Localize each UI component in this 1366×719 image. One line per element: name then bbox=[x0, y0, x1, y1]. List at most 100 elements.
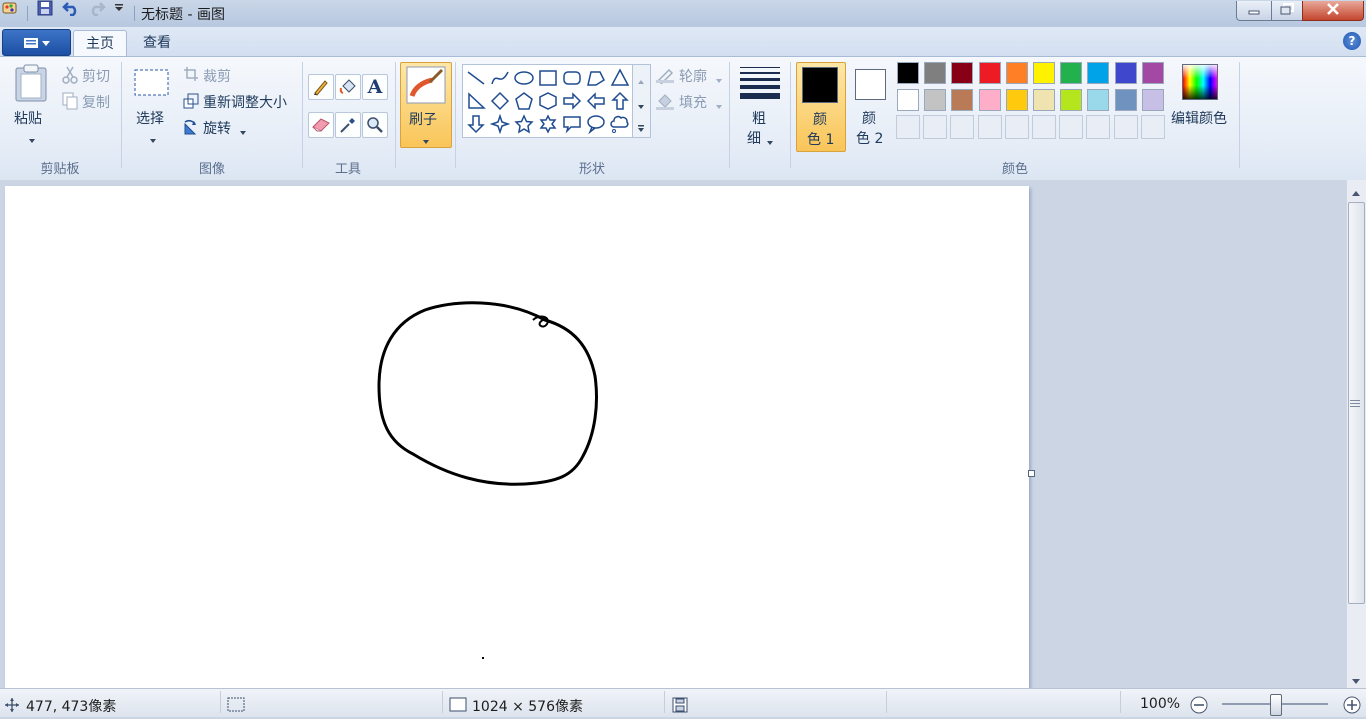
brushes-button[interactable]: 刷子 bbox=[400, 62, 452, 148]
palette-custom-slot[interactable] bbox=[923, 115, 948, 139]
cloud-callout-shape-icon[interactable] bbox=[609, 113, 631, 135]
right-triangle-shape-icon[interactable] bbox=[465, 90, 487, 112]
maximize-button[interactable] bbox=[1271, 1, 1303, 21]
diamond-shape-icon[interactable] bbox=[489, 90, 511, 112]
triangle-shape-icon[interactable] bbox=[609, 67, 631, 89]
crop-icon bbox=[183, 66, 199, 86]
paste-label: 粘贴 bbox=[14, 111, 42, 127]
palette-swatch[interactable] bbox=[1141, 62, 1164, 84]
palette-swatch[interactable] bbox=[951, 62, 974, 84]
shapes-gallery-scrollbar[interactable] bbox=[632, 64, 651, 138]
copy-button[interactable]: 复制 bbox=[60, 92, 116, 112]
fill-icon bbox=[655, 92, 675, 114]
paint-app-icon[interactable] bbox=[2, 0, 20, 20]
rect-callout-shape-icon[interactable] bbox=[561, 113, 583, 135]
palette-swatch[interactable] bbox=[1114, 89, 1137, 111]
palette-swatch[interactable] bbox=[1087, 89, 1110, 111]
palette-swatch[interactable] bbox=[1005, 89, 1028, 111]
edit-colors-button[interactable]: 编辑颜色 bbox=[1170, 62, 1232, 132]
ribbon-tab-row bbox=[0, 27, 1366, 56]
redo-icon[interactable] bbox=[88, 0, 108, 20]
undo-icon[interactable] bbox=[62, 0, 82, 20]
curve-shape-icon[interactable] bbox=[489, 67, 511, 89]
size-button[interactable]: 粗 细 bbox=[736, 62, 784, 148]
palette-swatch[interactable] bbox=[1087, 62, 1110, 84]
palette-custom-slot[interactable] bbox=[1086, 115, 1111, 139]
cut-button[interactable]: 剪切 bbox=[60, 66, 116, 86]
scroll-up-icon[interactable] bbox=[1351, 186, 1361, 202]
palette-custom-slot[interactable] bbox=[1140, 115, 1165, 139]
palette-swatch[interactable] bbox=[951, 89, 974, 111]
hexagon-shape-icon[interactable] bbox=[537, 90, 559, 112]
select-button[interactable]: 选择 bbox=[130, 64, 174, 146]
palette-custom-slot[interactable] bbox=[1032, 115, 1056, 139]
palette-custom-slot[interactable] bbox=[896, 115, 920, 139]
save-icon[interactable] bbox=[37, 0, 55, 20]
oval-shape-icon[interactable] bbox=[513, 67, 535, 89]
color2-button[interactable]: 颜 色 2 bbox=[848, 62, 892, 150]
pentagon-shape-icon[interactable] bbox=[513, 90, 535, 112]
color-picker-icon[interactable] bbox=[335, 112, 361, 138]
six-point-star-shape-icon[interactable] bbox=[537, 113, 559, 135]
left-arrow-shape-icon[interactable] bbox=[585, 90, 607, 112]
four-point-star-shape-icon[interactable] bbox=[489, 113, 511, 135]
close-button[interactable] bbox=[1302, 1, 1364, 21]
resize-button[interactable]: 重新调整大小 bbox=[181, 92, 297, 112]
drawing-canvas[interactable] bbox=[5, 186, 1029, 688]
palette-swatch[interactable] bbox=[1060, 62, 1083, 84]
rounded-rectangle-shape-icon[interactable] bbox=[561, 67, 583, 89]
crop-label: 裁剪 bbox=[203, 69, 231, 85]
crop-button[interactable]: 裁剪 bbox=[181, 66, 251, 86]
fill-bucket-icon[interactable] bbox=[335, 74, 361, 100]
color1-button[interactable]: 颜 色 1 bbox=[796, 62, 846, 152]
outline-button[interactable]: 轮廓 bbox=[655, 66, 725, 86]
pencil-icon[interactable] bbox=[308, 74, 334, 100]
canvas-resize-handle[interactable] bbox=[1028, 470, 1035, 477]
palette-swatch[interactable] bbox=[1060, 89, 1083, 111]
magnifier-icon[interactable] bbox=[362, 112, 388, 138]
rotate-icon bbox=[181, 118, 199, 140]
down-arrow-shape-icon[interactable] bbox=[465, 113, 487, 135]
palette-custom-slot[interactable] bbox=[1113, 115, 1138, 139]
palette-swatch[interactable] bbox=[1033, 62, 1055, 84]
palette-swatch[interactable] bbox=[978, 89, 1001, 111]
five-point-star-shape-icon[interactable] bbox=[513, 113, 535, 135]
tab-view[interactable]: 查看 bbox=[131, 30, 183, 56]
palette-custom-slot[interactable] bbox=[1004, 115, 1029, 139]
paste-button[interactable]: 粘贴 bbox=[10, 62, 54, 146]
palette-swatch[interactable] bbox=[1114, 62, 1137, 84]
palette-custom-slot[interactable] bbox=[1059, 115, 1084, 139]
palette-swatch[interactable] bbox=[1141, 89, 1164, 111]
palette-custom-slot[interactable] bbox=[950, 115, 975, 139]
palette-swatch[interactable] bbox=[924, 89, 947, 111]
palette-swatch[interactable] bbox=[897, 89, 919, 111]
line-shape-icon[interactable] bbox=[465, 67, 487, 89]
polygon-shape-icon[interactable] bbox=[585, 67, 607, 89]
help-icon[interactable]: ? bbox=[1343, 32, 1361, 50]
oval-callout-shape-icon[interactable] bbox=[585, 113, 607, 135]
text-icon[interactable]: A bbox=[362, 74, 388, 100]
zoom-out-icon[interactable] bbox=[1189, 695, 1209, 719]
window-title: 无标题 - 画图 bbox=[141, 7, 225, 23]
palette-swatch[interactable] bbox=[1005, 62, 1028, 84]
tab-home[interactable]: 主页 bbox=[73, 30, 127, 57]
palette-custom-slot[interactable] bbox=[977, 115, 1002, 139]
zoom-in-icon[interactable] bbox=[1342, 695, 1362, 719]
pixel-dot bbox=[482, 657, 484, 659]
app-menu-button[interactable] bbox=[2, 29, 71, 56]
status-separator bbox=[1120, 691, 1121, 713]
rotate-button[interactable]: 旋转 bbox=[181, 118, 251, 138]
palette-swatch[interactable] bbox=[978, 62, 1001, 84]
eraser-icon[interactable] bbox=[308, 112, 334, 138]
chevron-down-icon bbox=[28, 132, 36, 148]
palette-swatch[interactable] bbox=[897, 62, 919, 84]
fill-button[interactable]: 填充 bbox=[655, 92, 725, 112]
zoom-slider-thumb[interactable] bbox=[1270, 694, 1282, 716]
right-arrow-shape-icon[interactable] bbox=[561, 90, 583, 112]
minimize-button[interactable] bbox=[1236, 1, 1272, 21]
customize-dropdown-icon[interactable] bbox=[114, 0, 126, 16]
palette-swatch[interactable] bbox=[924, 62, 947, 84]
up-arrow-shape-icon[interactable] bbox=[609, 90, 631, 112]
palette-swatch[interactable] bbox=[1033, 89, 1055, 111]
rectangle-shape-icon[interactable] bbox=[537, 67, 559, 89]
